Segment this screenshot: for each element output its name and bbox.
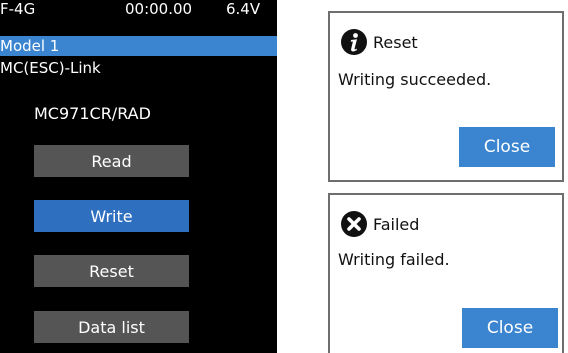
dialog-message: Writing succeeded.: [338, 70, 492, 89]
info-icon: [340, 28, 368, 56]
device-name: MC971CR/RAD: [34, 104, 151, 123]
data-list-button[interactable]: Data list: [34, 311, 189, 343]
reset-button[interactable]: Reset: [34, 255, 189, 287]
close-button[interactable]: Close: [462, 308, 558, 348]
failure-dialog: Failed Writing failed. Close: [328, 193, 564, 353]
dialog-message: Writing failed.: [338, 250, 450, 269]
status-bar: F-4G 00:00.00 6.4V: [0, 0, 277, 19]
dialog-title: Failed: [373, 215, 420, 234]
timer-readout: 00:00.00: [125, 0, 193, 18]
error-icon: [340, 210, 368, 238]
model-name-bar: Model 1: [0, 36, 277, 56]
model-name: Model 1: [0, 37, 60, 55]
close-button[interactable]: Close: [459, 127, 555, 167]
transmitter-screen: F-4G 00:00.00 6.4V Model 1 MC(ESC)-Link …: [0, 0, 277, 353]
dialog-title: Reset: [373, 33, 418, 52]
voltage-readout: 6.4V: [226, 0, 261, 18]
model-type: F-4G: [0, 0, 36, 18]
screen-title: MC(ESC)-Link: [0, 59, 101, 77]
read-button[interactable]: Read: [34, 145, 189, 177]
success-dialog: Reset Writing succeeded. Close: [328, 11, 564, 182]
write-button[interactable]: Write: [34, 200, 189, 232]
